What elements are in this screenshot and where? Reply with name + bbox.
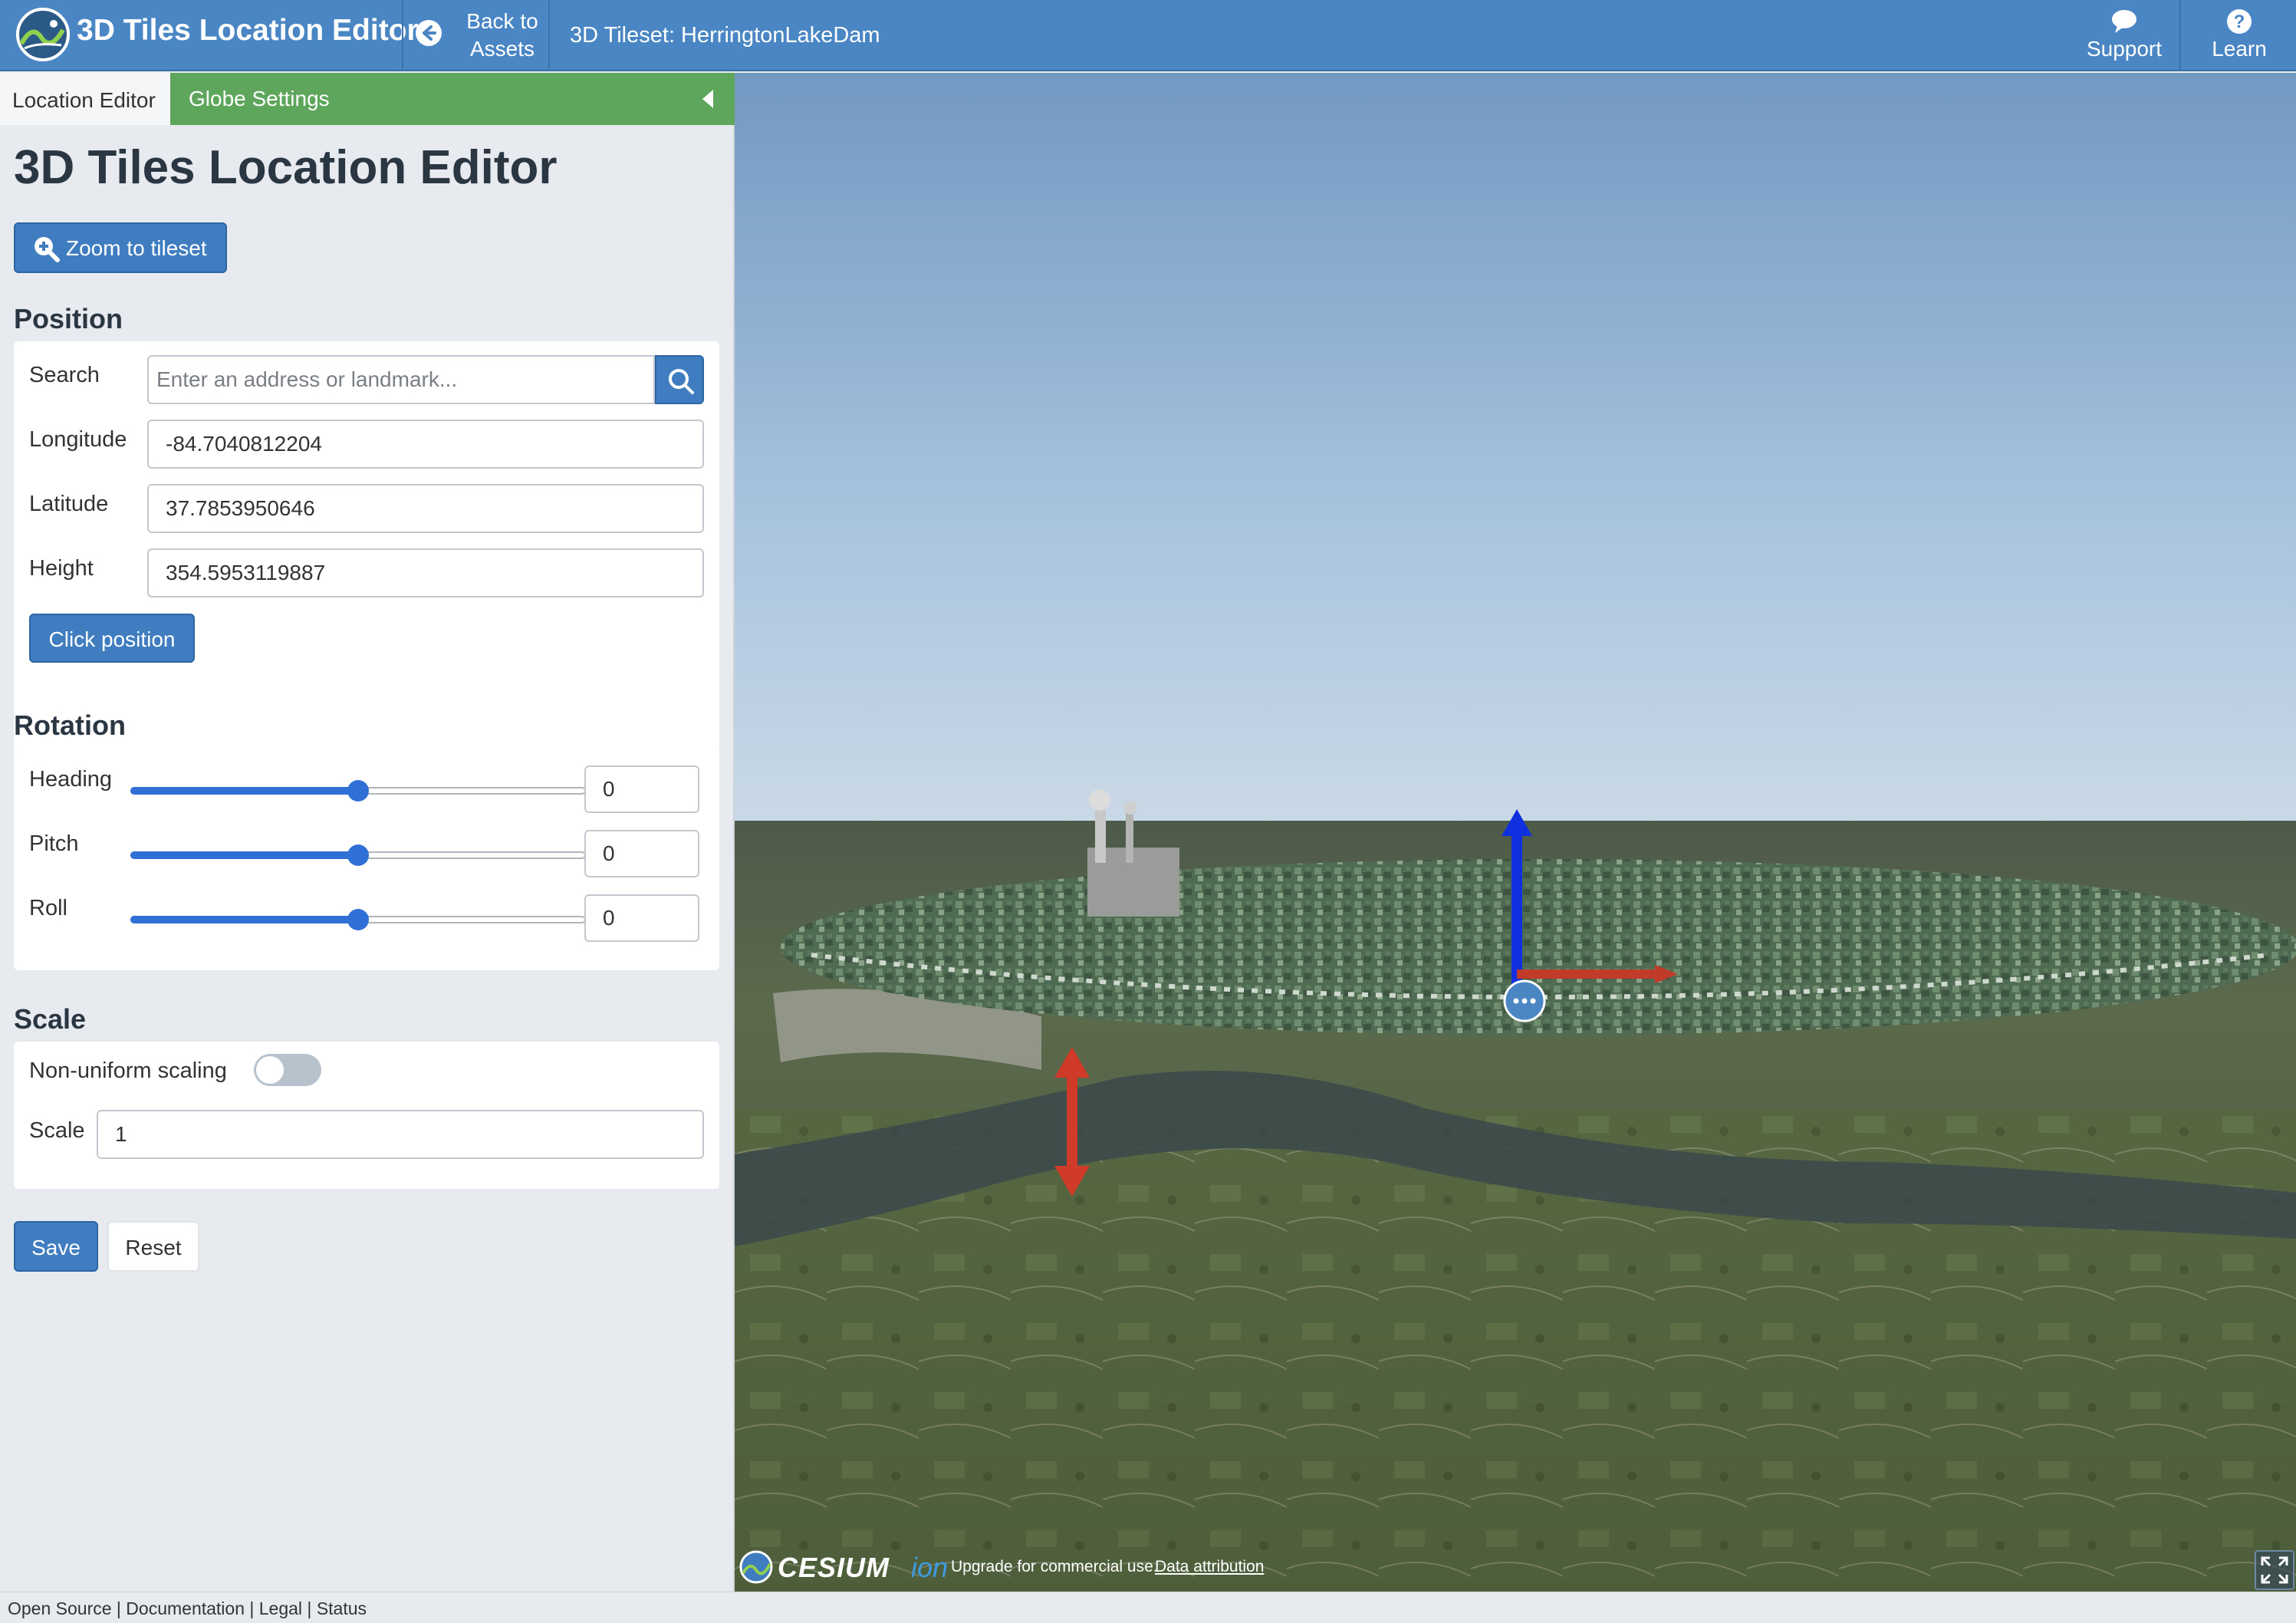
data-attribution-link[interactable]: Data attribution [1155, 1558, 1264, 1576]
pitch-input[interactable] [584, 830, 699, 877]
position-heading: Position [14, 303, 123, 334]
cesium-logo-icon [739, 1550, 773, 1584]
panel-title: 3D Tiles Location Editor [14, 141, 558, 194]
back-label-line1: Back to [466, 9, 538, 33]
roll-input[interactable] [584, 894, 699, 942]
slider-thumb[interactable] [347, 844, 369, 866]
collapse-panel-icon[interactable] [702, 90, 713, 108]
longitude-input[interactable] [147, 420, 704, 469]
search-label: Search [29, 363, 100, 387]
tab-globe-settings-label: Globe Settings [189, 87, 330, 110]
cesium-wordmark: CESIUM [778, 1552, 890, 1583]
search-button[interactable] [655, 355, 704, 404]
tileset-name: 3D Tileset: HerringtonLakeDam [570, 23, 880, 48]
pitch-label: Pitch [29, 831, 79, 856]
save-button[interactable]: Save [14, 1221, 98, 1272]
question-circle-icon: ? [2227, 9, 2252, 34]
tab-globe-settings[interactable]: Globe Settings [170, 73, 735, 125]
rotation-heading: Rotation [14, 709, 126, 741]
footer-links: Open Source | Documentation | Legal | St… [8, 1598, 367, 1618]
learn-button[interactable]: ? Learn [2186, 0, 2293, 71]
heading-input[interactable] [584, 765, 699, 813]
slider-thumb[interactable] [347, 909, 369, 930]
top-header: 3D Tiles Location Editor Back to Assets … [0, 0, 2296, 71]
gizmo-dot [1513, 998, 1519, 1004]
scale-card: Non-uniform scaling Scale [14, 1042, 719, 1189]
slider-fill [130, 916, 358, 923]
gizmo-dot [1521, 998, 1528, 1004]
expand-icon [2261, 1556, 2288, 1584]
learn-label: Learn [2212, 37, 2267, 61]
footer-link-documentation[interactable]: Documentation [126, 1598, 245, 1618]
scale-input[interactable] [97, 1110, 704, 1159]
footer-link-status[interactable]: Status [317, 1598, 367, 1618]
svg-text:?: ? [2234, 12, 2245, 32]
latitude-label: Latitude [29, 492, 109, 516]
sidebar: Location Editor Globe Settings 3D Tiles … [0, 73, 735, 1592]
click-position-button[interactable]: Click position [29, 614, 195, 663]
support-button[interactable]: Support [2071, 0, 2178, 71]
latitude-input[interactable] [147, 484, 704, 533]
upgrade-notice: Upgrade for commercial use. [951, 1558, 1158, 1575]
search-input[interactable] [147, 355, 655, 404]
height-input[interactable] [147, 548, 704, 598]
back-to-assets-button[interactable]: Back to Assets [414, 0, 544, 71]
scale-heading: Scale [14, 1003, 87, 1035]
app-title[interactable]: 3D Tiles Location Editor [77, 14, 419, 48]
header-divider [548, 0, 550, 71]
pitch-slider[interactable] [130, 840, 586, 871]
scale-label: Scale [29, 1118, 85, 1143]
back-label-line2: Assets [469, 37, 535, 61]
tab-location-editor[interactable]: Location Editor [0, 73, 170, 125]
position-card: Search Longitude Latitude Height Click p… [14, 341, 719, 753]
rotation-card: Heading Pitch Roll [14, 748, 719, 970]
slider-fill [130, 851, 358, 859]
sidebar-tabs: Location Editor Globe Settings [0, 73, 735, 125]
arrow-left-circle-icon [416, 20, 442, 46]
search-icon [669, 369, 694, 394]
zoom-to-tileset-button[interactable]: Zoom to tileset [14, 222, 227, 273]
longitude-label: Longitude [29, 427, 127, 452]
gizmo-dot [1530, 998, 1536, 1004]
zoom-button-label: Zoom to tileset [66, 236, 207, 260]
header-divider [402, 0, 403, 71]
slider-thumb[interactable] [347, 780, 369, 802]
slider-fill [130, 787, 358, 795]
heading-label: Heading [29, 767, 113, 792]
toggle-knob [256, 1056, 284, 1084]
cesium-ion-wordmark: ion [911, 1552, 949, 1583]
reset-button[interactable]: Reset [107, 1221, 199, 1272]
fullscreen-button[interactable] [2255, 1550, 2294, 1590]
support-label: Support [2086, 37, 2163, 61]
heading-slider[interactable] [130, 775, 586, 806]
chat-bubble-icon [2112, 10, 2136, 33]
cesium-logo-icon [16, 8, 70, 61]
roll-slider[interactable] [130, 904, 586, 935]
footer-link-legal[interactable]: Legal [259, 1598, 302, 1618]
footer: Open Source | Documentation | Legal | St… [0, 1592, 2296, 1623]
sky [735, 73, 2296, 825]
globe-scene[interactable] [735, 73, 2296, 1592]
height-label: Height [29, 556, 94, 581]
zoom-in-icon [35, 237, 60, 262]
back-label: Back to Assets [460, 8, 544, 63]
header-divider [2179, 0, 2181, 71]
nonuniform-scaling-toggle[interactable] [254, 1054, 321, 1086]
nonuniform-scaling-label: Non-uniform scaling [29, 1058, 227, 1083]
footer-link-open-source[interactable]: Open Source [8, 1598, 112, 1618]
globe-viewport[interactable]: CESIUM ion Upgrade for commercial use. D… [735, 73, 2296, 1592]
roll-label: Roll [29, 896, 67, 920]
